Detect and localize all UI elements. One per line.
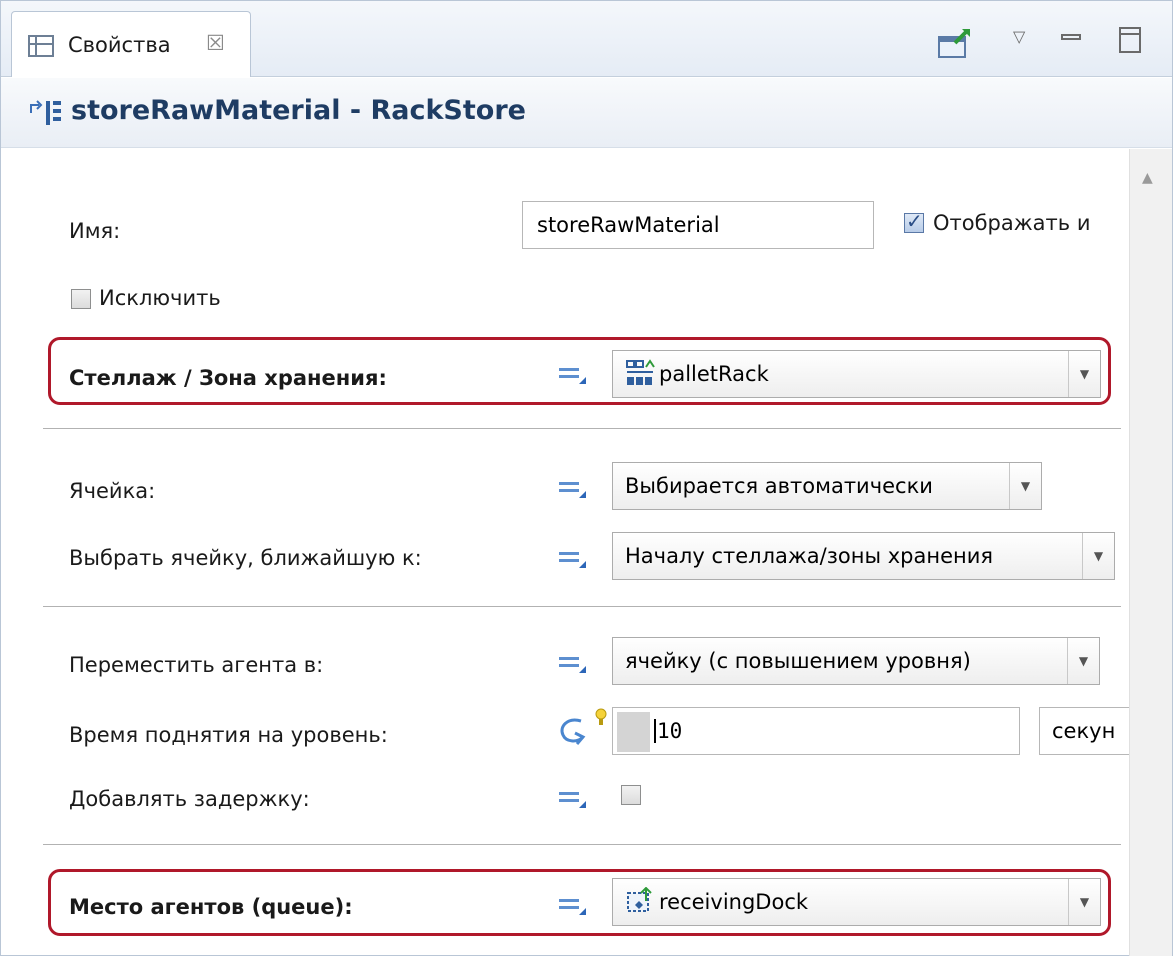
cell-value: Выбирается автоматически [625, 474, 933, 498]
place-label: Место агентов (queue): [69, 895, 353, 919]
pin-to-selection-icon[interactable] [937, 27, 971, 59]
view-menu-icon[interactable]: ▽ [1013, 27, 1025, 46]
rack-label: Стеллаж / Зона хранения: [69, 366, 387, 390]
lift-time-field[interactable]: 10 [612, 707, 1020, 755]
section-divider [43, 606, 1121, 607]
name-label: Имя: [69, 219, 121, 243]
static-value-icon[interactable] [559, 547, 587, 569]
delay-checkbox[interactable] [621, 785, 641, 805]
lift-time-value: 10 [654, 719, 683, 743]
scroll-up-icon[interactable]: ▲ [1142, 171, 1153, 185]
static-value-icon[interactable] [559, 787, 587, 809]
static-value-icon[interactable] [559, 363, 587, 385]
lift-label: Время поднятия на уровень: [69, 723, 388, 747]
lift-unit-select[interactable]: секун [1039, 707, 1129, 755]
cell-select[interactable]: Выбирается автоматически ▼ [612, 462, 1042, 510]
nearest-value: Началу стеллажа/зоны хранения [625, 544, 994, 568]
tab-properties[interactable]: Свойства ☒ [11, 11, 251, 77]
exclude-checkbox[interactable] [71, 289, 91, 309]
move-value: ячейку (с повышением уровня) [625, 649, 971, 673]
dynamic-value-icon[interactable] [557, 707, 613, 753]
nearest-select[interactable]: Началу стеллажа/зоны хранения ▼ [612, 532, 1115, 580]
show-name-label: Отображать и [933, 211, 1091, 235]
static-value-icon[interactable] [559, 652, 587, 674]
name-field[interactable]: storeRawMaterial [522, 201, 874, 249]
static-value-icon[interactable] [559, 894, 587, 916]
chevron-down-icon[interactable]: ▼ [1009, 463, 1041, 509]
place-value: receivingDock [659, 890, 809, 914]
nearest-label: Выбрать ячейку, ближайшую к: [69, 546, 422, 570]
chevron-down-icon[interactable]: ▼ [1067, 638, 1099, 684]
properties-header: storeRawMaterial - RackStore [1, 78, 1172, 148]
section-divider [43, 428, 1121, 429]
place-select[interactable]: receivingDock ▼ [612, 878, 1101, 926]
delay-label: Добавлять задержку: [69, 787, 310, 811]
chevron-down-icon[interactable]: ▼ [1068, 879, 1100, 925]
properties-panel: Свойства ☒ ▽ storeRawMaterial - RackStor… [0, 0, 1173, 956]
vertical-scrollbar[interactable]: ▲ [1129, 149, 1172, 956]
minimize-icon[interactable] [1061, 34, 1081, 40]
section-divider [43, 844, 1121, 845]
rack-select[interactable]: palletRack ▼ [612, 350, 1101, 398]
tab-bar: Свойства ☒ ▽ [1, 1, 1172, 77]
show-name-checkbox[interactable] [904, 209, 924, 233]
cell-label: Ячейка: [69, 479, 156, 503]
exclude-label: Исключить [99, 286, 221, 310]
chevron-down-icon[interactable]: ▼ [1082, 533, 1114, 579]
page-title: storeRawMaterial - RackStore [71, 95, 526, 126]
chevron-down-icon[interactable]: ▼ [1068, 351, 1100, 397]
move-select[interactable]: ячейку (с повышением уровня) ▼ [612, 637, 1100, 685]
close-icon[interactable]: ☒ [206, 30, 225, 56]
move-label: Переместить агента в: [69, 653, 324, 677]
tab-label: Свойства [68, 33, 171, 57]
rectangular-node-icon [627, 887, 652, 912]
field-marker [617, 712, 650, 752]
static-value-icon[interactable] [559, 477, 587, 499]
pallet-rack-icon [626, 359, 655, 385]
rack-value: palletRack [659, 362, 769, 386]
properties-view-icon [28, 35, 54, 57]
rack-store-block-icon [30, 100, 61, 125]
maximize-icon[interactable] [1119, 27, 1141, 53]
